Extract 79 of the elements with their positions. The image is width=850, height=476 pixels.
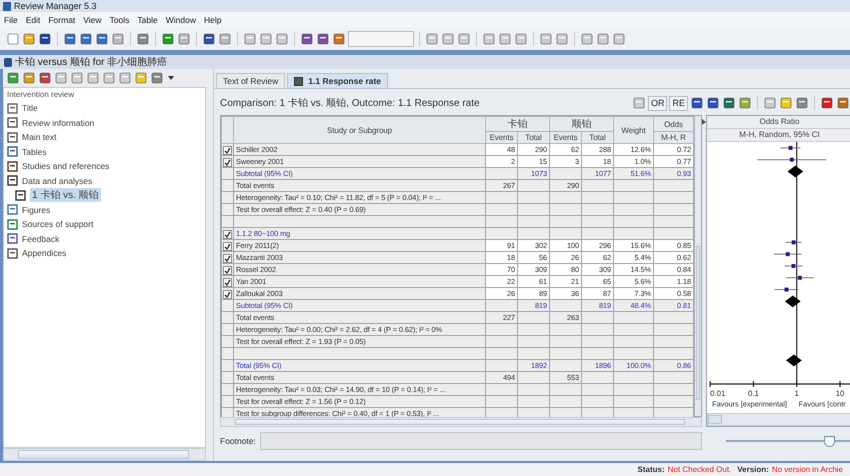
slider-thumb[interactable] (824, 436, 835, 447)
tab[interactable]: 1.1 Response rate (287, 73, 388, 88)
horizontal-scrollbar[interactable] (220, 417, 702, 427)
footnote-field[interactable] (260, 432, 702, 450)
zoom-slider[interactable] (726, 436, 850, 446)
tick-label: 1 (794, 388, 799, 398)
toolbar-button[interactable]: RE (669, 96, 688, 110)
menu-item[interactable]: Edit (26, 14, 40, 24)
summary-diamond (787, 165, 804, 178)
window-title: Review Manager 5.3 (14, 1, 97, 11)
tree-node-icon (7, 175, 18, 186)
status-value: Not Checked Out. (668, 465, 732, 474)
menu-item[interactable]: Table (137, 14, 158, 24)
tree-node-icon (7, 204, 18, 216)
status-label: Status: (638, 465, 665, 474)
checkbox[interactable] (223, 146, 232, 154)
tree-item[interactable]: Sources of support (7, 217, 202, 232)
tree-node-icon (7, 102, 18, 114)
study-estimate (785, 240, 802, 244)
column-header: 顺铂 (572, 119, 592, 130)
study-estimate (774, 287, 799, 292)
tick-label: 0.01 (710, 388, 726, 398)
tab[interactable]: Text of Review (216, 73, 286, 88)
footnote-label: Footnote: (220, 436, 256, 446)
tree-node-icon (7, 132, 18, 143)
checkbox[interactable] (223, 290, 232, 298)
tree-node-icon (7, 160, 18, 172)
tree-node-icon (7, 233, 18, 244)
tree-item[interactable]: Tables (7, 144, 202, 159)
document-title: 卡铂 versus 顺铂 for 非小细胞肺癌 (15, 56, 168, 69)
menu-item[interactable]: View (83, 14, 102, 24)
horizontal-scrollbar[interactable] (3, 448, 206, 461)
tree-item[interactable]: Review information (7, 116, 202, 130)
tree-node-icon (7, 218, 18, 230)
menu-item[interactable]: Help (204, 14, 222, 24)
menu-item[interactable]: Tools (110, 14, 130, 24)
summary-diamond (786, 354, 802, 366)
tree-item[interactable]: Main text (7, 130, 202, 144)
caret-icon[interactable] (168, 76, 174, 80)
study-estimate (784, 264, 803, 268)
plot-subtitle: M-H, Random, 95% CI (739, 130, 820, 140)
checkbox[interactable] (223, 158, 232, 166)
status-value: No version in Archie (772, 465, 843, 474)
tree-item[interactable]: Appendices (7, 246, 202, 260)
toolbar-button[interactable]: OR (648, 96, 668, 110)
checkbox[interactable] (223, 266, 232, 274)
study-estimate (774, 252, 802, 256)
study-estimate (780, 146, 801, 150)
plot-title: Odds Ratio (759, 117, 800, 126)
analysis-caption: Comparison: 1 卡铂 vs. 顺铂, Outcome: 1.1 Response rate (220, 96, 480, 110)
menu-item[interactable]: File (4, 14, 18, 24)
tree-node-icon (15, 190, 26, 201)
study-estimate (756, 157, 827, 162)
summary-diamond (784, 295, 801, 307)
tree-node-icon (7, 146, 18, 158)
tree-heading: Intervention review (7, 90, 76, 99)
vertical-scrollbar[interactable] (694, 116, 701, 416)
checkbox[interactable] (223, 254, 232, 262)
tree-item[interactable]: 1 卡铂 vs. 顺铂 (15, 188, 202, 202)
menu-item[interactable]: Format (48, 14, 76, 24)
tree-item[interactable]: Feedback (7, 232, 202, 246)
app-logo-icon (3, 2, 11, 10)
tree-node-icon (7, 248, 18, 259)
tree-item[interactable]: Title (7, 101, 202, 116)
column-header: 卡铂 (508, 119, 528, 130)
tree-node-icon (7, 117, 18, 128)
checkbox[interactable] (223, 242, 232, 250)
menu-item[interactable]: Window (166, 14, 196, 24)
tick-label: 10 (836, 388, 844, 398)
study-estimate (786, 275, 814, 280)
checkbox[interactable] (223, 230, 232, 238)
tree-item[interactable]: Data and analyses (7, 174, 202, 188)
tree-item[interactable]: Studies and references (7, 159, 202, 174)
column-header[interactable]: Study or Subgroup (326, 126, 392, 134)
tick-label: 0.1 (748, 388, 759, 398)
status-label: Version: (737, 465, 769, 474)
horizontal-scrollbar[interactable] (707, 413, 850, 426)
checkbox[interactable] (223, 278, 232, 286)
tree-item[interactable]: Figures (7, 202, 202, 217)
